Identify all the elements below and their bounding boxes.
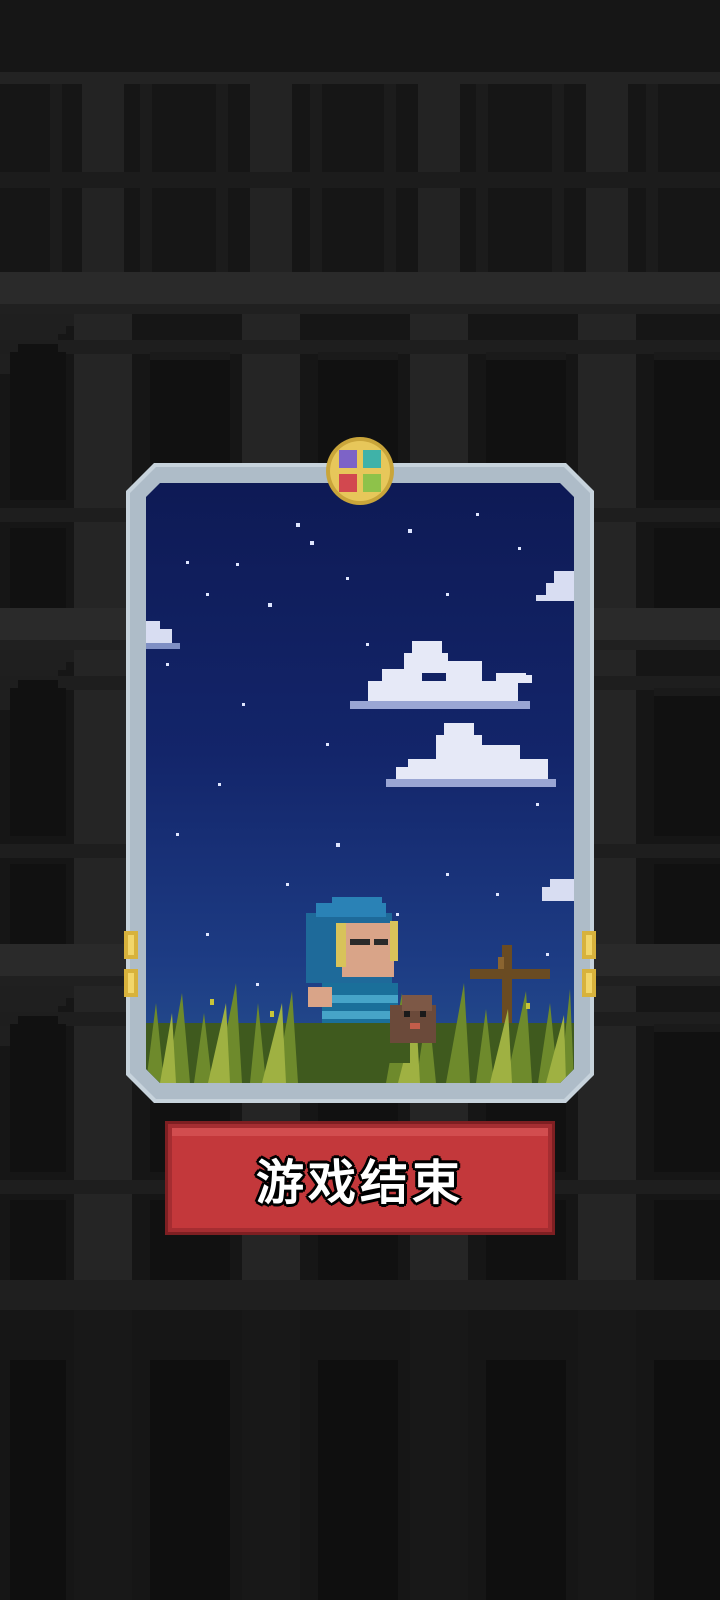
card-side-ornament-left (124, 931, 138, 997)
game-over-label: 游戏结束 (255, 1155, 464, 1211)
clouds (146, 571, 574, 901)
card-side-ornament-right (582, 931, 596, 997)
card-scene (146, 483, 574, 1083)
character-card (124, 437, 596, 1103)
grave-cross-icon (470, 945, 550, 1025)
game-over-button[interactable]: 游戏结束 (168, 1124, 552, 1232)
four-suit-emblem-icon (326, 437, 394, 505)
